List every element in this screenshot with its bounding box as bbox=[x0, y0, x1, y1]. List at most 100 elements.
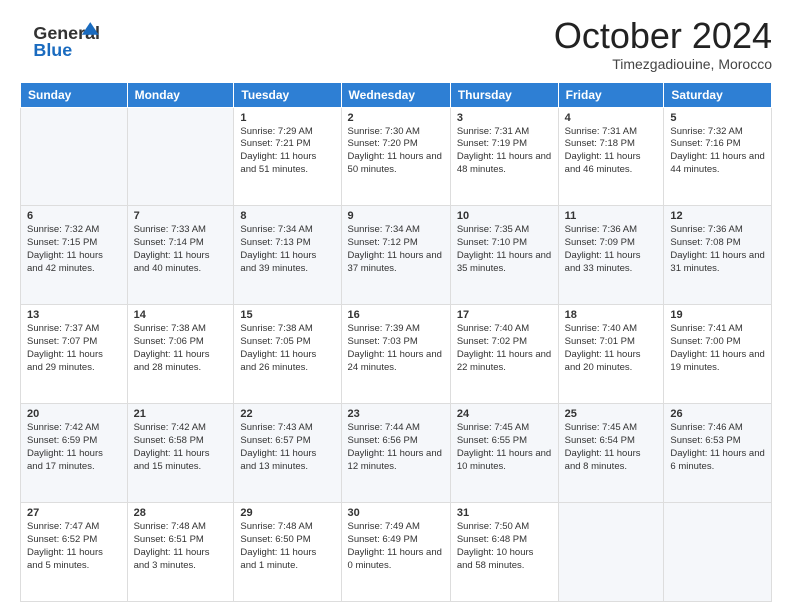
day-number: 26 bbox=[670, 408, 765, 420]
calendar-cell: 28 Sunrise: 7:48 AM Sunset: 6:51 PM Dayli… bbox=[127, 503, 234, 602]
day-info: Sunrise: 7:45 AM Sunset: 6:54 PM Dayligh… bbox=[565, 422, 658, 473]
day-header-thursday: Thursday bbox=[450, 82, 558, 107]
day-number: 12 bbox=[670, 210, 765, 222]
calendar-cell: 9 Sunrise: 7:34 AM Sunset: 7:12 PM Daylig… bbox=[341, 206, 450, 305]
day-number: 3 bbox=[457, 112, 552, 124]
calendar-cell: 27 Sunrise: 7:47 AM Sunset: 6:52 PM Dayli… bbox=[21, 503, 128, 602]
day-number: 16 bbox=[348, 309, 444, 321]
day-info: Sunrise: 7:40 AM Sunset: 7:01 PM Dayligh… bbox=[565, 323, 658, 374]
day-number: 28 bbox=[134, 507, 228, 519]
day-info: Sunrise: 7:48 AM Sunset: 6:51 PM Dayligh… bbox=[134, 521, 228, 572]
day-number: 20 bbox=[27, 408, 121, 420]
day-info: Sunrise: 7:42 AM Sunset: 6:58 PM Dayligh… bbox=[134, 422, 228, 473]
calendar-cell: 19 Sunrise: 7:41 AM Sunset: 7:00 PM Dayli… bbox=[664, 305, 772, 404]
day-info: Sunrise: 7:43 AM Sunset: 6:57 PM Dayligh… bbox=[240, 422, 334, 473]
day-info: Sunrise: 7:32 AM Sunset: 7:16 PM Dayligh… bbox=[670, 126, 765, 177]
day-info: Sunrise: 7:38 AM Sunset: 7:06 PM Dayligh… bbox=[134, 323, 228, 374]
day-info: Sunrise: 7:34 AM Sunset: 7:12 PM Dayligh… bbox=[348, 224, 444, 275]
day-info: Sunrise: 7:39 AM Sunset: 7:03 PM Dayligh… bbox=[348, 323, 444, 374]
day-number: 24 bbox=[457, 408, 552, 420]
day-info: Sunrise: 7:31 AM Sunset: 7:19 PM Dayligh… bbox=[457, 126, 552, 177]
days-header-row: SundayMondayTuesdayWednesdayThursdayFrid… bbox=[21, 82, 772, 107]
day-info: Sunrise: 7:49 AM Sunset: 6:49 PM Dayligh… bbox=[348, 521, 444, 572]
day-info: Sunrise: 7:48 AM Sunset: 6:50 PM Dayligh… bbox=[240, 521, 334, 572]
day-number: 10 bbox=[457, 210, 552, 222]
calendar-cell: 22 Sunrise: 7:43 AM Sunset: 6:57 PM Dayli… bbox=[234, 404, 341, 503]
day-number: 30 bbox=[348, 507, 444, 519]
day-header-wednesday: Wednesday bbox=[341, 82, 450, 107]
calendar-cell: 7 Sunrise: 7:33 AM Sunset: 7:14 PM Daylig… bbox=[127, 206, 234, 305]
day-number: 19 bbox=[670, 309, 765, 321]
day-number: 25 bbox=[565, 408, 658, 420]
day-number: 27 bbox=[27, 507, 121, 519]
day-info: Sunrise: 7:41 AM Sunset: 7:00 PM Dayligh… bbox=[670, 323, 765, 374]
day-info: Sunrise: 7:36 AM Sunset: 7:09 PM Dayligh… bbox=[565, 224, 658, 275]
calendar-cell: 14 Sunrise: 7:38 AM Sunset: 7:06 PM Dayli… bbox=[127, 305, 234, 404]
day-number: 22 bbox=[240, 408, 334, 420]
day-number: 11 bbox=[565, 210, 658, 222]
week-row-1: 1 Sunrise: 7:29 AM Sunset: 7:21 PM Daylig… bbox=[21, 107, 772, 206]
calendar-cell: 26 Sunrise: 7:46 AM Sunset: 6:53 PM Dayli… bbox=[664, 404, 772, 503]
day-header-saturday: Saturday bbox=[664, 82, 772, 107]
day-number: 17 bbox=[457, 309, 552, 321]
week-row-3: 13Sunrise: 7:37 AM Sunset: 7:07 PM Dayli… bbox=[21, 305, 772, 404]
day-info: Sunrise: 7:40 AM Sunset: 7:02 PM Dayligh… bbox=[457, 323, 552, 374]
month-title: October 2024 bbox=[554, 16, 772, 56]
day-info: Sunrise: 7:31 AM Sunset: 7:18 PM Dayligh… bbox=[565, 126, 658, 177]
day-header-tuesday: Tuesday bbox=[234, 82, 341, 107]
calendar-cell: 23Sunrise: 7:44 AM Sunset: 6:56 PM Dayli… bbox=[341, 404, 450, 503]
calendar-cell: 8Sunrise: 7:34 AM Sunset: 7:13 PM Daylig… bbox=[234, 206, 341, 305]
calendar-cell: 24 Sunrise: 7:45 AM Sunset: 6:55 PM Dayli… bbox=[450, 404, 558, 503]
week-row-2: 6 Sunrise: 7:32 AM Sunset: 7:15 PM Daylig… bbox=[21, 206, 772, 305]
day-info: Sunrise: 7:30 AM Sunset: 7:20 PM Dayligh… bbox=[348, 126, 444, 177]
day-info: Sunrise: 7:32 AM Sunset: 7:15 PM Dayligh… bbox=[27, 224, 121, 275]
day-header-monday: Monday bbox=[127, 82, 234, 107]
calendar-cell: 13Sunrise: 7:37 AM Sunset: 7:07 PM Dayli… bbox=[21, 305, 128, 404]
day-header-friday: Friday bbox=[558, 82, 664, 107]
day-info: Sunrise: 7:45 AM Sunset: 6:55 PM Dayligh… bbox=[457, 422, 552, 473]
calendar-cell: 10 Sunrise: 7:35 AM Sunset: 7:10 PM Dayli… bbox=[450, 206, 558, 305]
calendar-cell: 11 Sunrise: 7:36 AM Sunset: 7:09 PM Dayli… bbox=[558, 206, 664, 305]
day-number: 6 bbox=[27, 210, 121, 222]
calendar-cell: 18Sunrise: 7:40 AM Sunset: 7:01 PM Dayli… bbox=[558, 305, 664, 404]
header: General Blue October 2024 Timezgadiouine… bbox=[20, 16, 772, 72]
day-info: Sunrise: 7:46 AM Sunset: 6:53 PM Dayligh… bbox=[670, 422, 765, 473]
calendar-cell: 4 Sunrise: 7:31 AM Sunset: 7:18 PM Daylig… bbox=[558, 107, 664, 206]
day-number: 31 bbox=[457, 507, 552, 519]
calendar-cell: 16 Sunrise: 7:39 AM Sunset: 7:03 PM Dayli… bbox=[341, 305, 450, 404]
day-number: 15 bbox=[240, 309, 334, 321]
calendar-table: SundayMondayTuesdayWednesdayThursdayFrid… bbox=[20, 82, 772, 602]
day-number: 1 bbox=[240, 112, 334, 124]
calendar-cell bbox=[127, 107, 234, 206]
calendar-cell: 15Sunrise: 7:38 AM Sunset: 7:05 PM Dayli… bbox=[234, 305, 341, 404]
calendar-cell bbox=[664, 503, 772, 602]
week-row-4: 20 Sunrise: 7:42 AM Sunset: 6:59 PM Dayli… bbox=[21, 404, 772, 503]
calendar: SundayMondayTuesdayWednesdayThursdayFrid… bbox=[20, 82, 772, 602]
calendar-cell: 17 Sunrise: 7:40 AM Sunset: 7:02 PM Dayli… bbox=[450, 305, 558, 404]
calendar-cell bbox=[558, 503, 664, 602]
calendar-cell: 6 Sunrise: 7:32 AM Sunset: 7:15 PM Daylig… bbox=[21, 206, 128, 305]
day-number: 9 bbox=[348, 210, 444, 222]
day-header-sunday: Sunday bbox=[21, 82, 128, 107]
day-number: 14 bbox=[134, 309, 228, 321]
calendar-cell: 5 Sunrise: 7:32 AM Sunset: 7:16 PM Daylig… bbox=[664, 107, 772, 206]
day-info: Sunrise: 7:44 AM Sunset: 6:56 PM Dayligh… bbox=[348, 422, 444, 473]
day-number: 5 bbox=[670, 112, 765, 124]
day-info: Sunrise: 7:35 AM Sunset: 7:10 PM Dayligh… bbox=[457, 224, 552, 275]
day-number: 21 bbox=[134, 408, 228, 420]
calendar-cell: 29Sunrise: 7:48 AM Sunset: 6:50 PM Dayli… bbox=[234, 503, 341, 602]
subtitle: Timezgadiouine, Morocco bbox=[554, 56, 772, 72]
day-info: Sunrise: 7:47 AM Sunset: 6:52 PM Dayligh… bbox=[27, 521, 121, 572]
day-info: Sunrise: 7:42 AM Sunset: 6:59 PM Dayligh… bbox=[27, 422, 121, 473]
page: General Blue October 2024 Timezgadiouine… bbox=[0, 0, 792, 612]
calendar-cell: 20 Sunrise: 7:42 AM Sunset: 6:59 PM Dayli… bbox=[21, 404, 128, 503]
day-info: Sunrise: 7:33 AM Sunset: 7:14 PM Dayligh… bbox=[134, 224, 228, 275]
calendar-cell: 12Sunrise: 7:36 AM Sunset: 7:08 PM Dayli… bbox=[664, 206, 772, 305]
calendar-cell: 30 Sunrise: 7:49 AM Sunset: 6:49 PM Dayli… bbox=[341, 503, 450, 602]
day-number: 13 bbox=[27, 309, 121, 321]
calendar-cell: 2Sunrise: 7:30 AM Sunset: 7:20 PM Daylig… bbox=[341, 107, 450, 206]
day-info: Sunrise: 7:29 AM Sunset: 7:21 PM Dayligh… bbox=[240, 126, 334, 177]
day-number: 4 bbox=[565, 112, 658, 124]
week-row-5: 27 Sunrise: 7:47 AM Sunset: 6:52 PM Dayli… bbox=[21, 503, 772, 602]
day-number: 7 bbox=[134, 210, 228, 222]
